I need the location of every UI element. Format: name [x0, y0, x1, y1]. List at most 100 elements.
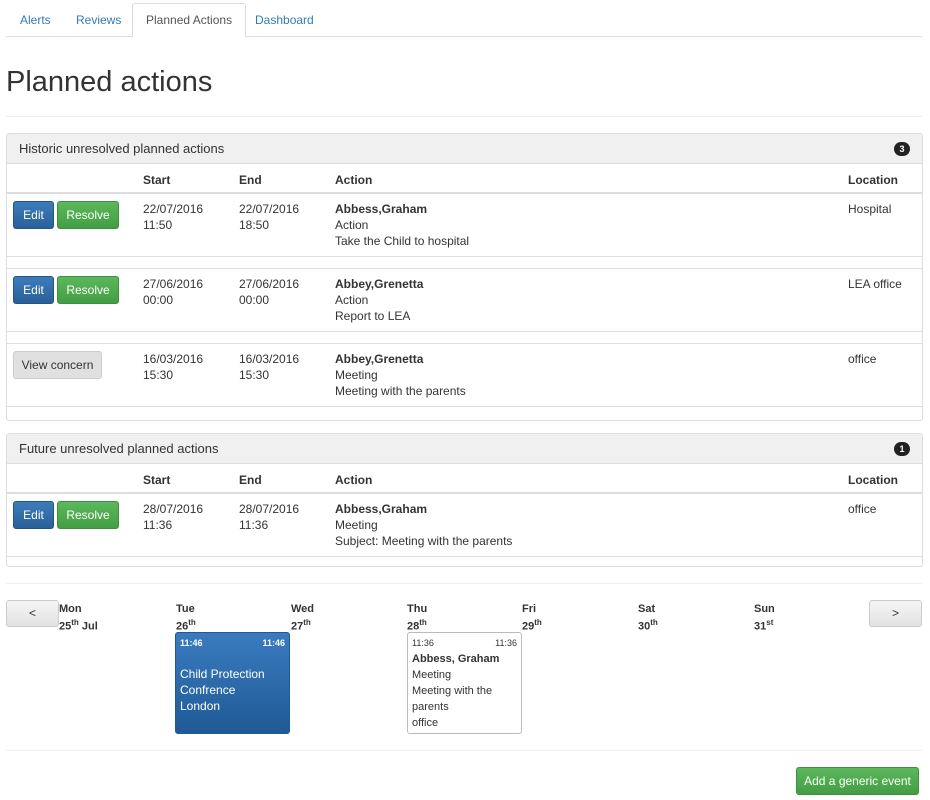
add-generic-event-button[interactable]: Add a generic event: [796, 767, 919, 795]
action-type: Action: [335, 218, 369, 232]
location-cell: Hospital: [848, 202, 892, 216]
event-line: London: [180, 699, 221, 713]
start-time: 11:36: [143, 518, 173, 532]
historic-count-badge: 3: [894, 142, 910, 156]
historic-panel-heading: Historic unresolved planned actions 3: [7, 134, 922, 164]
event-end-time: 11:36: [495, 638, 517, 648]
action-type: Meeting: [335, 368, 378, 382]
event-line: Meeting: [412, 669, 452, 681]
table-row: Edit Resolve 22/07/2016 11:50 22/07/2016 1…: [7, 194, 922, 256]
resolve-button[interactable]: Resolve: [57, 276, 119, 304]
column-header-action: Action: [335, 173, 373, 187]
day-date-suffix: th: [188, 618, 196, 627]
day-name: Sat: [638, 603, 656, 615]
action-cell: Abbey,Grenetta Meeting Meeting with the pa…: [335, 351, 466, 399]
column-header-end: End: [239, 473, 262, 487]
event-body: Child Protection Confrence London: [180, 666, 265, 714]
column-header-end: End: [239, 173, 262, 187]
end-date: 28/07/2016: [239, 502, 300, 516]
future-panel-heading: Future unresolved planned actions 1: [7, 434, 922, 464]
calendar-top-divider: [6, 583, 922, 584]
end-time: 18:50: [239, 218, 270, 232]
day-header-thu: Thu 28th: [407, 602, 427, 634]
start-time: 15:30: [143, 368, 174, 382]
day-date-suffix: st: [766, 618, 774, 627]
calendar-next-button[interactable]: >: [869, 600, 922, 627]
end-cell: 22/07/2016 18:50: [239, 201, 299, 233]
future-count-badge: 1: [894, 442, 910, 456]
event-end-time: 11:46: [262, 638, 285, 648]
end-date: 27/06/2016: [239, 277, 300, 291]
view-concern-button[interactable]: View concern: [13, 351, 102, 379]
day-name: Thu: [407, 603, 428, 615]
day-date-suffix: th: [303, 618, 311, 627]
title-divider: [6, 116, 922, 117]
column-header-start: Start: [143, 473, 171, 487]
event-line: office: [412, 717, 439, 729]
day-date: 26: [176, 620, 189, 633]
action-type: Action: [335, 293, 369, 307]
action-type: Meeting: [335, 518, 378, 532]
day-date-suffix: th: [534, 618, 542, 627]
calendar-event[interactable]: 11:46 11:46 Child Protection Confrence L…: [175, 632, 290, 734]
location-cell: office: [848, 352, 877, 366]
location-cell: office: [848, 502, 877, 516]
historic-panel-title: Historic unresolved planned actions: [19, 141, 225, 156]
day-header-sat: Sat 30th: [638, 602, 658, 634]
nav-tabs: Alerts Reviews Planned Actions Dashboard: [6, 3, 922, 38]
resolve-button[interactable]: Resolve: [57, 501, 119, 529]
action-cell: Abbess,Graham Meeting Subject: Meeting wit…: [335, 501, 512, 549]
edit-button[interactable]: Edit: [13, 201, 54, 229]
start-cell: 22/07/2016 11:50: [143, 201, 203, 233]
end-time: 11:36: [239, 518, 269, 532]
resolve-button[interactable]: Resolve: [57, 201, 119, 229]
event-line: parents: [412, 701, 449, 713]
day-name: Tue: [176, 603, 195, 615]
table-row: Edit Resolve 27/06/2016 00:00 27/06/2016 0…: [7, 269, 922, 331]
future-panel-title: Future unresolved planned actions: [19, 441, 219, 456]
tab-dashboard[interactable]: Dashboard: [241, 3, 328, 37]
event-title: Abbess, Graham: [412, 653, 500, 665]
end-cell: 28/07/2016 11:36: [239, 501, 299, 533]
tab-alerts[interactable]: Alerts: [6, 3, 65, 37]
calendar-event[interactable]: 11:36 11:36 Abbess, Graham Meeting Meeti…: [407, 632, 522, 734]
action-cell: Abbess,Graham Action Take the Child to hos…: [335, 201, 469, 249]
day-date: 30: [638, 620, 651, 633]
event-start-time: 11:36: [412, 638, 434, 648]
day-date-suffix: th: [71, 618, 79, 627]
end-cell: 27/06/2016 00:00: [239, 276, 299, 308]
day-date: 25: [59, 620, 72, 633]
person-name: Abbess,Graham: [335, 502, 428, 516]
day-header-fri: Fri 29th: [522, 602, 542, 634]
tab-reviews[interactable]: Reviews: [62, 3, 135, 37]
day-month: Jul: [81, 620, 98, 633]
day-name: Mon: [59, 603, 82, 615]
end-cell: 16/03/2016 15:30: [239, 351, 299, 383]
start-date: 28/07/2016: [143, 502, 204, 516]
page-title: Planned actions: [6, 66, 213, 98]
column-header-location: Location: [848, 173, 898, 187]
calendar-prev-button[interactable]: <: [6, 600, 59, 627]
end-date: 22/07/2016: [239, 202, 300, 216]
location-cell: LEA office: [848, 277, 902, 291]
day-name: Fri: [522, 603, 537, 615]
event-line: Child Protection: [180, 667, 265, 681]
start-cell: 28/07/2016 11:36: [143, 501, 203, 533]
end-date: 16/03/2016: [239, 352, 300, 366]
start-cell: 16/03/2016 15:30: [143, 351, 203, 383]
start-date: 16/03/2016: [143, 352, 204, 366]
start-time: 00:00: [143, 293, 174, 307]
tab-planned-actions[interactable]: Planned Actions: [132, 3, 247, 38]
day-header-mon: Mon 25th Jul: [59, 602, 98, 634]
historic-panel: Historic unresolved planned actions 3 St…: [6, 133, 923, 421]
day-header-tue: Tue 26th: [176, 602, 196, 634]
edit-button[interactable]: Edit: [13, 276, 54, 304]
action-detail: Take the Child to hospital: [335, 234, 470, 248]
action-cell: Abbey,Grenetta Action Report to LEA: [335, 276, 423, 324]
person-name: Abbey,Grenetta: [335, 352, 424, 366]
start-date: 22/07/2016: [143, 202, 204, 216]
start-time: 11:50: [143, 218, 173, 232]
edit-button[interactable]: Edit: [13, 501, 54, 529]
calendar-bottom-divider: [6, 750, 922, 751]
day-date: 29: [522, 620, 535, 633]
